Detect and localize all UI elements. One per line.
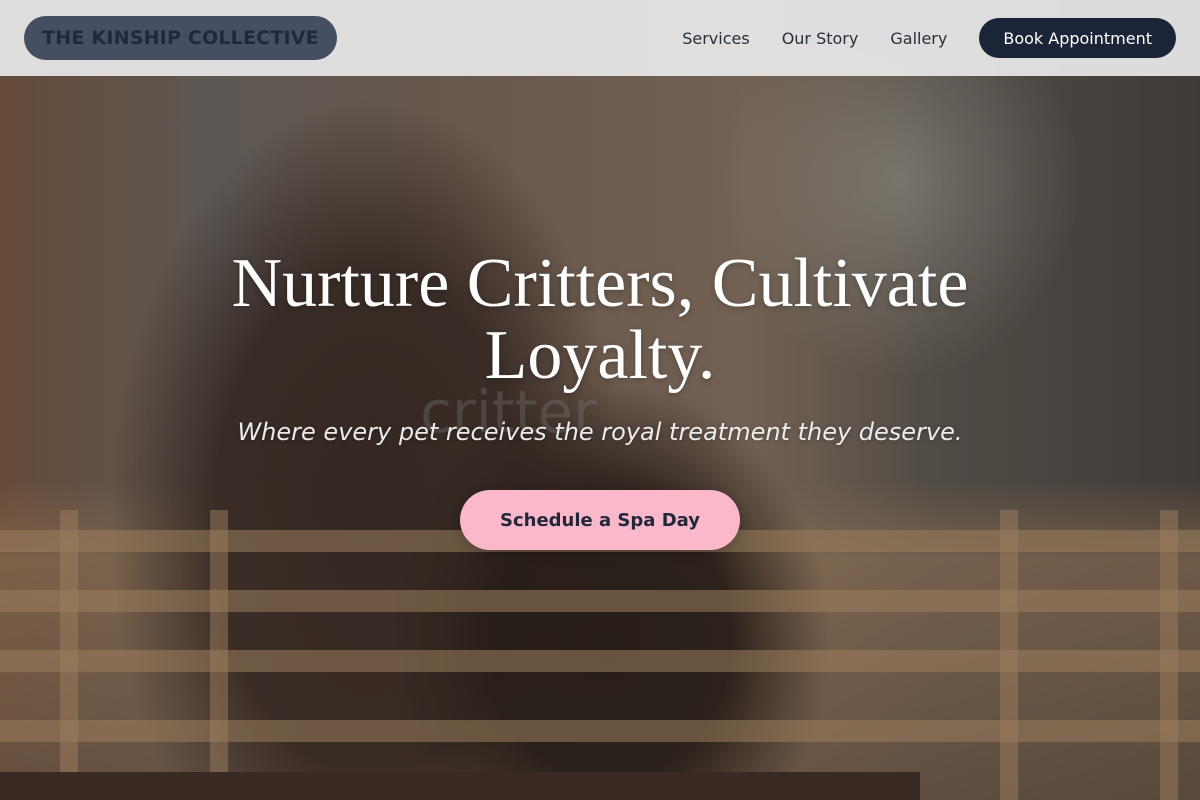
- nav-link-services[interactable]: Services: [682, 29, 749, 48]
- landing-page: THE KINSHIP COLLECTIVE Services Our Stor…: [0, 0, 1200, 800]
- book-appointment-button[interactable]: Book Appointment: [979, 18, 1176, 58]
- top-navbar: THE KINSHIP COLLECTIVE Services Our Stor…: [0, 0, 1200, 76]
- brand-logo[interactable]: THE KINSHIP COLLECTIVE: [24, 16, 337, 60]
- table-edge: [0, 772, 920, 800]
- schedule-spa-day-button[interactable]: Schedule a Spa Day: [460, 490, 740, 550]
- hero-subtitle: Where every pet receives the royal treat…: [237, 418, 963, 446]
- hero-section: Nurture Critters, Cultivate Loyalty. Whe…: [0, 248, 1200, 550]
- hero-title: Nurture Critters, Cultivate Loyalty.: [231, 245, 969, 394]
- nav-link-gallery[interactable]: Gallery: [890, 29, 947, 48]
- nav-link-our-story[interactable]: Our Story: [782, 29, 859, 48]
- main-nav: Services Our Story Gallery Book Appointm…: [682, 18, 1176, 58]
